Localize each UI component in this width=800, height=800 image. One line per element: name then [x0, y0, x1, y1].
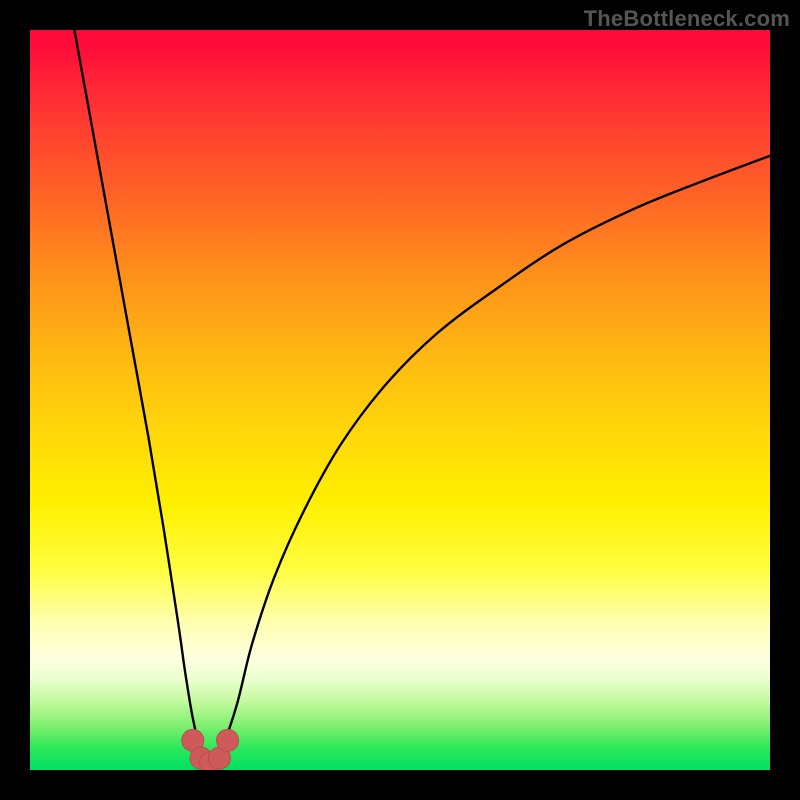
minimum-marker-cluster: [182, 729, 239, 770]
watermark-text: TheBottleneck.com: [584, 6, 790, 32]
minimum-marker: [217, 729, 239, 751]
chart-frame: [30, 30, 770, 770]
chart-svg: [30, 30, 770, 770]
bottleneck-curve: [74, 30, 770, 764]
